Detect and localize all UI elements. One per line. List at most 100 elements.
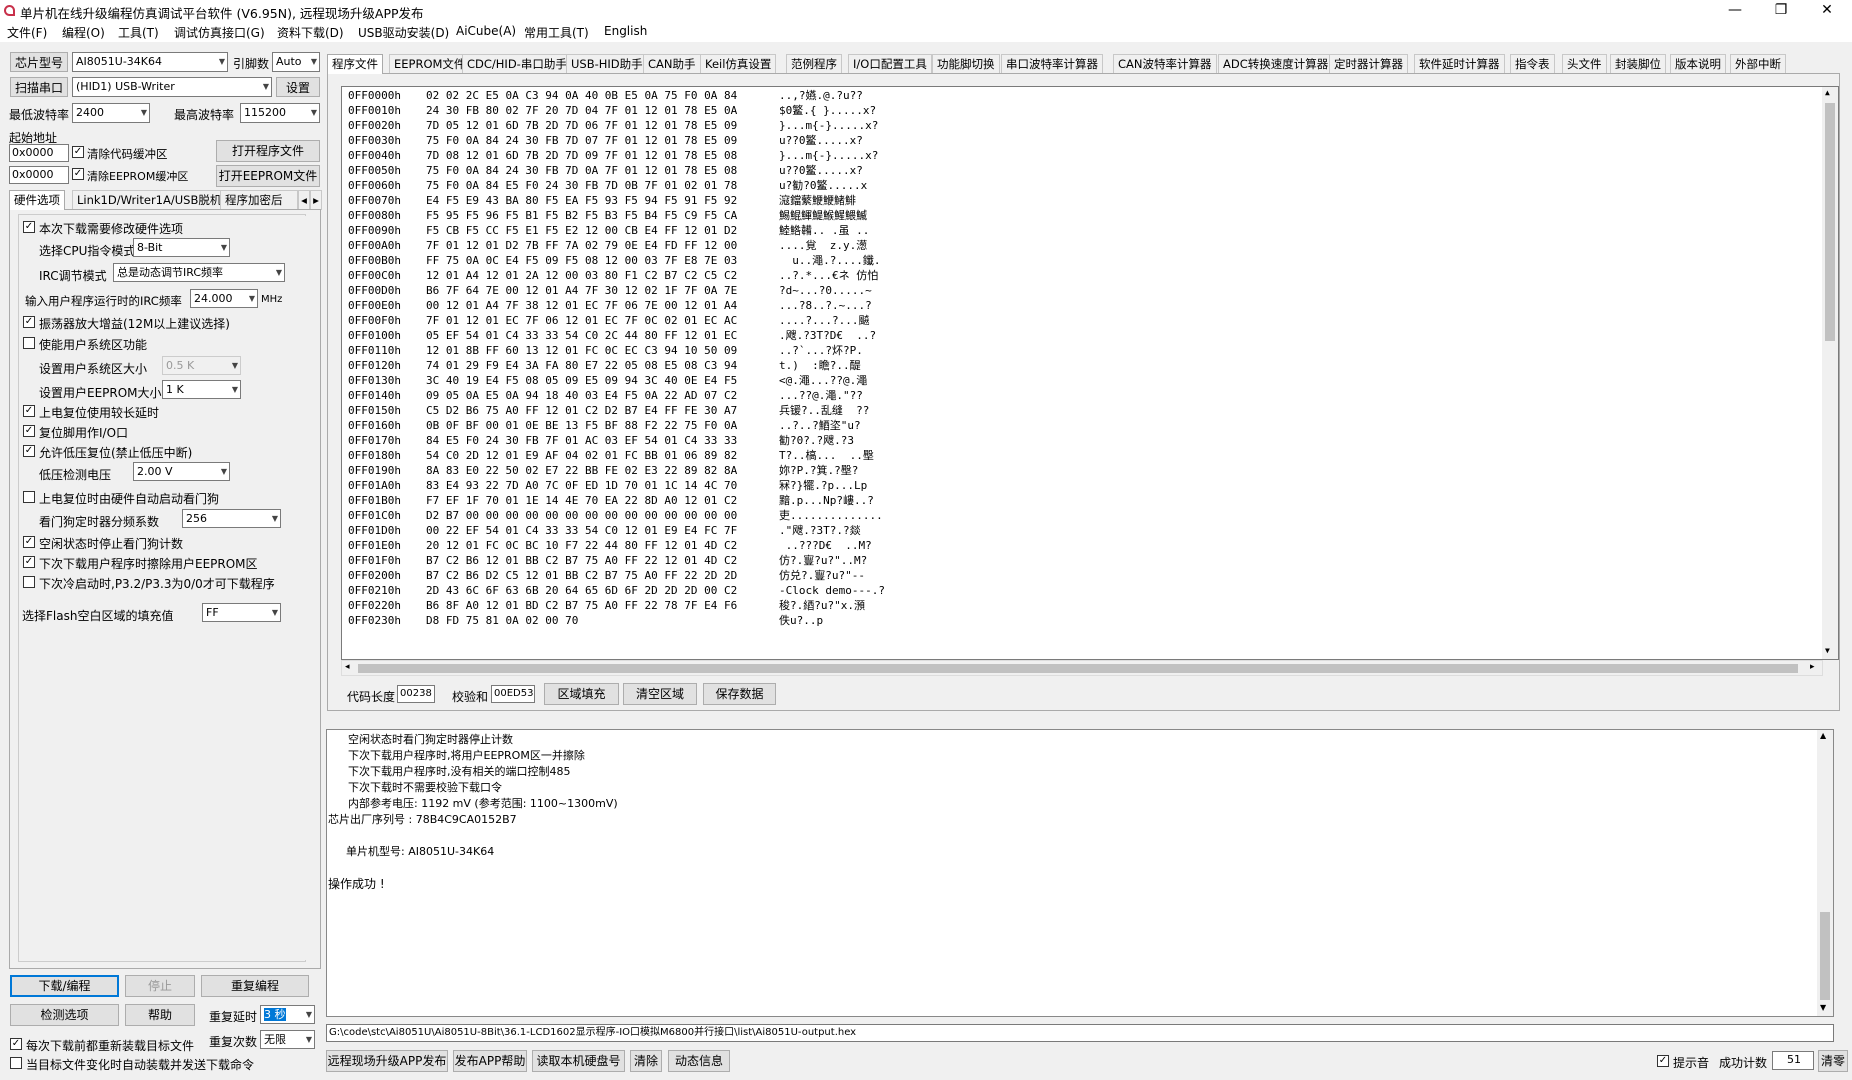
fill-area-button[interactable]: 区域填充 <box>544 683 619 705</box>
idle-stop-watchdog-checkbox[interactable]: ✓ <box>23 536 35 548</box>
tab-encryption[interactable]: 程序加密后 <box>220 190 298 210</box>
menu-debug[interactable]: 调试仿真接口(G) <box>174 24 265 41</box>
scroll-left-icon[interactable]: ◂ <box>345 662 350 672</box>
tab-cdc-hid[interactable]: CDC/HID-串口助手 <box>462 54 572 74</box>
tab-packages[interactable]: 封装脚位 <box>1610 54 1666 74</box>
tab-keil[interactable]: Keil仿真设置 <box>700 54 777 74</box>
irc-freq-select[interactable]: 24.000 ▼ <box>190 289 258 308</box>
tab-usb-hid[interactable]: USB-HID助手 <box>566 54 648 74</box>
reset-pin-io-checkbox[interactable]: ✓ <box>23 425 35 437</box>
tab-scroll-right-icon[interactable]: ▸ <box>310 190 322 210</box>
chip-type-select[interactable]: AI8051U-34K64 ▼ <box>72 52 228 72</box>
clear-area-button[interactable]: 清空区域 <box>623 683 697 705</box>
eeprom-start-address-input[interactable]: 0x0000 <box>9 166 69 184</box>
tab-version[interactable]: 版本说明 <box>1670 54 1726 74</box>
tab-scroll-left-icon[interactable]: ◂ <box>298 190 310 210</box>
tab-timer[interactable]: 定时器计算器 <box>1329 54 1408 74</box>
tab-uart-baud[interactable]: 串口波特率计算器 <box>1001 54 1103 74</box>
open-eeprom-file-button[interactable]: 打开EEPROM文件 <box>216 165 320 187</box>
tab-io-config[interactable]: I/O口配置工具 <box>848 54 932 74</box>
scroll-down-icon[interactable]: ▼ <box>1820 1003 1826 1012</box>
low-voltage-select[interactable]: 2.00 V ▼ <box>133 462 230 481</box>
clear-eeprom-checkbox[interactable]: ✓ <box>72 168 84 180</box>
close-button[interactable]: ✕ <box>1804 0 1850 22</box>
menu-aicube[interactable]: AiCube(A) <box>456 24 516 38</box>
tab-eeprom-file[interactable]: EEPROM文件 <box>389 54 471 74</box>
scroll-down-icon[interactable]: ▼ <box>1825 646 1830 655</box>
clear-code-checkbox[interactable]: ✓ <box>72 146 84 158</box>
pin-count-select[interactable]: Auto ▼ <box>272 52 320 72</box>
tab-can[interactable]: CAN助手 <box>643 54 701 74</box>
help-button[interactable]: 帮助 <box>125 1004 195 1026</box>
reset-count-button[interactable]: 清零 <box>1818 1050 1848 1072</box>
irc-mode-select[interactable]: 总是动态调节IRC频率 ▼ <box>113 263 285 282</box>
log-scrollbar[interactable]: ▲ ▼ <box>1817 730 1833 1016</box>
check-options-button[interactable]: 检测选项 <box>10 1004 119 1026</box>
sound-checkbox[interactable]: ✓ <box>1657 1055 1669 1067</box>
output-log[interactable]: 空闲状态时看门狗定时器停止计数 下次下载用户程序时,将用户EEPROM区一并擦除… <box>326 729 1834 1017</box>
tab-delay[interactable]: 软件延时计算器 <box>1414 54 1505 74</box>
tab-ext-int[interactable]: 外部中断 <box>1730 54 1786 74</box>
hscroll-thumb[interactable] <box>358 664 1798 673</box>
settings-button[interactable]: 设置 <box>276 77 320 97</box>
fill-value-select[interactable]: FF ▼ <box>202 603 281 622</box>
tab-examples[interactable]: 范例程序 <box>786 54 842 74</box>
hex-view[interactable]: 0FF0000h 02 02 2C E5 0A C3 94 0A 40 0B E5… <box>341 86 1839 660</box>
menu-english[interactable]: English <box>604 24 647 38</box>
scroll-right-icon[interactable]: ▸ <box>1810 662 1815 672</box>
stop-button[interactable]: 停止 <box>125 975 195 997</box>
tab-program-file[interactable]: 程序文件 <box>327 54 383 74</box>
cold-start-checkbox[interactable] <box>23 576 35 588</box>
tab-instructions[interactable]: 指令表 <box>1510 54 1555 74</box>
tab-adc-speed[interactable]: ADC转换速度计算器 <box>1218 54 1334 74</box>
port-select[interactable]: (HID1) USB-Writer ▼ <box>72 77 272 97</box>
tab-can-baud[interactable]: CAN波特率计算器 <box>1113 54 1217 74</box>
menu-common-tools[interactable]: 常用工具(T) <box>524 24 589 41</box>
scan-port-button[interactable]: 扫描串口 <box>10 77 68 97</box>
menu-tools[interactable]: 工具(T) <box>118 24 159 41</box>
tab-link1d[interactable]: Link1D/Writer1A/USB脱机 <box>72 190 227 210</box>
open-program-file-button[interactable]: 打开程序文件 <box>216 140 320 162</box>
menu-download[interactable]: 资料下载(D) <box>277 24 344 41</box>
read-hdd-serial-button[interactable]: 读取本机硬盘号 <box>532 1050 625 1072</box>
download-program-button[interactable]: 下载/编程 <box>10 975 119 997</box>
long-reset-delay-checkbox[interactable]: ✓ <box>23 405 35 417</box>
publish-app-help-button[interactable]: 发布APP帮助 <box>453 1050 527 1072</box>
menu-file[interactable]: 文件(F) <box>7 24 47 41</box>
scroll-thumb[interactable] <box>1825 103 1835 341</box>
low-voltage-reset-checkbox[interactable]: ✓ <box>23 445 35 457</box>
repeat-count-select[interactable]: 无限 ▼ <box>260 1030 315 1049</box>
tab-hardware-options[interactable]: 硬件选项 <box>9 190 65 210</box>
watchdog-div-select[interactable]: 256 ▼ <box>182 509 281 528</box>
min-baud-select[interactable]: 2400 ▼ <box>72 103 150 123</box>
minimize-button[interactable]: — <box>1712 0 1758 22</box>
maximize-button[interactable]: ❐ <box>1758 0 1804 22</box>
menu-program[interactable]: 编程(O) <box>62 24 105 41</box>
hex-vertical-scrollbar[interactable]: ▲ ▼ <box>1822 87 1838 659</box>
hex-horizontal-scrollbar[interactable]: ◂ ▸ <box>341 660 1823 676</box>
osc-gain-checkbox[interactable]: ✓ <box>23 316 35 328</box>
user-sys-area-checkbox[interactable] <box>23 337 35 349</box>
scroll-up-icon[interactable]: ▲ <box>1825 88 1830 97</box>
auto-watchdog-checkbox[interactable] <box>23 491 35 503</box>
dynamic-info-button[interactable]: 动态信息 <box>668 1050 730 1072</box>
erase-eeprom-checkbox[interactable]: ✓ <box>23 556 35 568</box>
scroll-up-icon[interactable]: ▲ <box>1820 731 1826 740</box>
chip-type-button[interactable]: 芯片型号 <box>10 52 68 72</box>
modify-hw-options-checkbox[interactable]: ✓ <box>23 221 35 233</box>
code-start-address-input[interactable]: 0x0000 <box>9 144 69 162</box>
menu-usb-driver[interactable]: USB驱动安装(D) <box>358 24 449 41</box>
save-data-button[interactable]: 保存数据 <box>703 683 776 705</box>
repeat-delay-select[interactable]: 3 秒 ▼ <box>260 1005 315 1024</box>
repeat-program-button[interactable]: 重复编程 <box>201 975 309 997</box>
file-path-field[interactable]: G:\code\stc\Ai8051U\Ai8051U-8Bit\36.1-LC… <box>326 1024 1834 1042</box>
max-baud-select[interactable]: 115200 ▼ <box>240 103 320 123</box>
reload-target-checkbox[interactable]: ✓ <box>10 1038 22 1050</box>
eeprom-size-select[interactable]: 1 K ▼ <box>162 380 241 399</box>
tab-pin-switch[interactable]: 功能脚切换 <box>932 54 1000 74</box>
tab-headers[interactable]: 头文件 <box>1562 54 1607 74</box>
log-scroll-thumb[interactable] <box>1820 912 1830 1000</box>
options-scrollbar[interactable] <box>304 216 318 960</box>
remote-upgrade-button[interactable]: 远程现场升级APP发布 <box>326 1050 448 1072</box>
sys-area-size-select[interactable]: 0.5 K ▼ <box>162 356 241 375</box>
